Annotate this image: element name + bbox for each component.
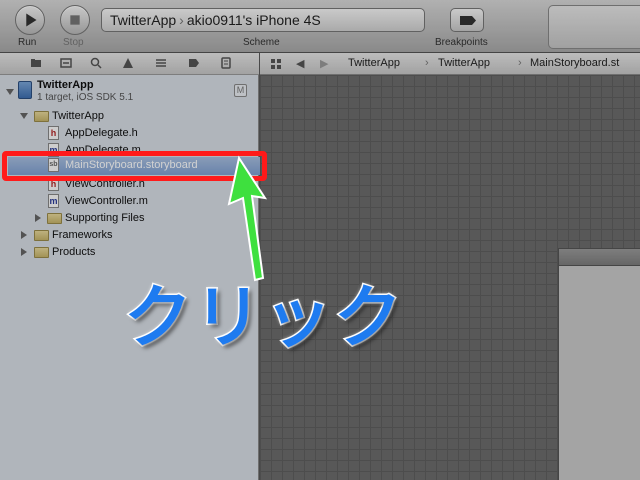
tree-item-label: Products [52, 246, 96, 258]
folder-icon [34, 230, 49, 241]
scheme-device[interactable]: akio0911's iPhone 4S [187, 12, 321, 28]
breadcrumb-file[interactable]: MainStoryboard.st [530, 57, 619, 69]
breakpoints-label: Breakpoints [435, 37, 488, 48]
breakpoints-button[interactable] [450, 8, 484, 32]
scene-status-bar [558, 248, 640, 266]
click-annotation: クリック [122, 278, 405, 360]
scm-badge: M [234, 84, 247, 97]
folder-icon [34, 111, 49, 122]
tree-item-label: Supporting Files [65, 212, 145, 224]
list-icon[interactable] [155, 57, 167, 69]
log-icon[interactable] [220, 57, 232, 69]
breakpoint-nav-icon[interactable] [188, 57, 200, 69]
view-controller-scene[interactable] [558, 248, 640, 480]
scheme-label: Scheme [243, 37, 280, 48]
activity-viewer [548, 5, 640, 49]
stop-button[interactable] [60, 5, 90, 35]
disclosure-icon[interactable] [21, 248, 27, 256]
play-icon [26, 13, 37, 27]
tree-row-appdelegate-h[interactable]: h AppDelegate.h [0, 125, 259, 142]
chevron-right-icon: › [425, 57, 429, 69]
grid-icon[interactable] [270, 58, 282, 70]
tree-item-label: ViewController.m [65, 195, 148, 207]
disclosure-icon[interactable] [21, 231, 27, 239]
back-icon[interactable]: ◀ [296, 57, 304, 70]
scheme-target[interactable]: TwitterApp [110, 12, 176, 28]
tree-item-label: Frameworks [52, 229, 113, 241]
scheme-selector[interactable]: TwitterApp › akio0911's iPhone 4S [101, 8, 425, 32]
implementation-file-icon: m [48, 194, 59, 208]
navigator-tabs [0, 53, 259, 75]
forward-icon[interactable]: ▶ [320, 57, 328, 70]
tree-row-twitterapp-group[interactable]: TwitterApp [0, 108, 259, 125]
project-name[interactable]: TwitterApp [37, 79, 94, 91]
project-subtitle: 1 target, iOS SDK 5.1 [37, 92, 134, 103]
folder-icon [34, 247, 49, 258]
toolbar: Run Stop TwitterApp › akio0911's iPhone 4S… [0, 0, 640, 53]
chevron-right-icon: › [518, 57, 522, 69]
warning-icon[interactable] [122, 57, 134, 69]
tree-item-label: TwitterApp [52, 110, 104, 122]
run-label: Run [18, 37, 37, 48]
folder-icon[interactable] [30, 57, 42, 69]
stop-label: Stop [63, 37, 84, 48]
disclosure-icon[interactable] [20, 113, 28, 119]
project-icon [18, 81, 32, 99]
folder-icon [47, 213, 62, 224]
breadcrumb-project[interactable]: TwitterApp [348, 57, 400, 69]
jump-bar: ◀ ▶ TwitterApp › TwitterApp › MainStoryb… [260, 53, 640, 75]
chevron-right-icon: › [179, 12, 184, 28]
disclosure-icon[interactable] [35, 214, 41, 222]
stop-icon [70, 15, 80, 25]
project-disclosure-icon[interactable] [6, 89, 14, 95]
tree-item-label: AppDelegate.h [65, 127, 138, 139]
header-file-icon: h [48, 126, 59, 140]
symbol-icon[interactable] [60, 57, 72, 69]
breadcrumb-group[interactable]: TwitterApp [438, 57, 490, 69]
run-button[interactable] [15, 5, 45, 35]
breakpoint-icon [460, 16, 476, 25]
search-icon[interactable] [90, 57, 102, 69]
